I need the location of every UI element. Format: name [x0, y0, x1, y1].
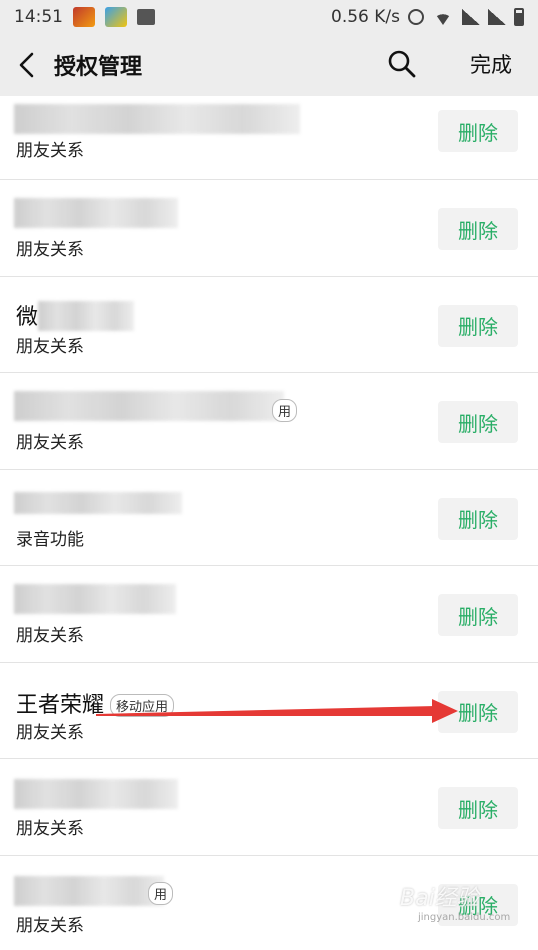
- paper-plane-app-icon: [105, 7, 127, 27]
- watermark-logo: Bai经验: [400, 886, 479, 911]
- blurred-app-name: [14, 779, 178, 809]
- permission-label: 朋友关系: [16, 240, 84, 260]
- delete-button[interactable]: 删除: [438, 401, 518, 443]
- status-time: 14:51: [14, 7, 63, 27]
- app-type-tag: 用: [272, 399, 298, 422]
- delete-button[interactable]: 删除: [438, 497, 518, 540]
- network-speed: 0.56 K/s: [331, 7, 400, 27]
- back-button[interactable]: [0, 34, 54, 96]
- list-item-wangzhe: 王者荣耀 移动应用 朋友关系 删除: [0, 662, 538, 759]
- list-item: 朋友关系 删除: [0, 96, 538, 180]
- delete-button[interactable]: 删除: [438, 110, 518, 152]
- permission-label: 录音功能: [16, 529, 84, 550]
- app-name-text: 王者荣耀: [16, 692, 105, 718]
- page-title: 授权管理: [54, 55, 143, 80]
- list-item: 录音功能 删除: [0, 469, 538, 566]
- list-item: 用 朋友关系 删除: [0, 373, 538, 470]
- list-item: 朋友关系 删除: [0, 180, 538, 277]
- app-type-tag: 移动应用: [110, 694, 175, 717]
- done-button[interactable]: 完成: [470, 49, 512, 79]
- blurred-app-name: [14, 875, 164, 906]
- delete-button[interactable]: 删除: [438, 690, 518, 733]
- blurred-app-name: [14, 584, 176, 614]
- delete-button[interactable]: 删除: [438, 787, 518, 829]
- wifi-icon: [432, 9, 454, 25]
- game-app-icon: [73, 7, 95, 27]
- permission-label: 朋友关系: [16, 433, 84, 453]
- status-right: 0.56 K/s: [331, 7, 524, 27]
- delete-button[interactable]: 删除: [438, 304, 518, 347]
- list-item: 朋友关系 删除: [0, 566, 538, 663]
- signal-icon-2: [488, 9, 506, 25]
- permission-label: 朋友关系: [16, 722, 84, 743]
- blurred-app-name: [14, 104, 300, 134]
- app-type-tag: 用: [148, 881, 174, 905]
- blurred-app-name: [14, 198, 178, 228]
- list-item: 微 朋友关系 删除: [0, 276, 538, 373]
- list-item: 朋友关系 删除: [0, 759, 538, 856]
- blurred-app-name: [14, 491, 182, 514]
- status-bar: 14:51 0.56 K/s: [0, 0, 538, 34]
- permission-label: 朋友关系: [16, 336, 84, 357]
- app-name-partial: 微: [16, 304, 39, 330]
- permission-label: 朋友关系: [16, 819, 84, 839]
- delete-button[interactable]: 删除: [438, 594, 518, 636]
- delete-button[interactable]: 删除: [438, 208, 518, 250]
- status-left: 14:51: [14, 7, 155, 27]
- permission-label: 朋友关系: [16, 626, 84, 646]
- nav-bar: 授权管理 完成: [0, 34, 538, 96]
- blurred-app-name: [38, 300, 134, 331]
- watermark-url: jingyan.baidu.com: [418, 912, 511, 923]
- search-icon[interactable]: [386, 48, 418, 80]
- blurred-app-name: [14, 391, 284, 421]
- permission-label: 朋友关系: [16, 141, 84, 161]
- signal-icon: [462, 9, 480, 25]
- image-notification-icon: [137, 9, 155, 25]
- app-name: 王者荣耀 移动应用: [16, 687, 175, 719]
- battery-icon: [514, 8, 524, 26]
- chevron-left-icon: [19, 52, 34, 78]
- alarm-icon: [408, 9, 424, 25]
- permission-label: 朋友关系: [16, 915, 84, 936]
- authorization-list: 朋友关系 删除 朋友关系 删除 微 朋友关系 删除 用 朋友关系 删除 录音功能…: [0, 96, 538, 950]
